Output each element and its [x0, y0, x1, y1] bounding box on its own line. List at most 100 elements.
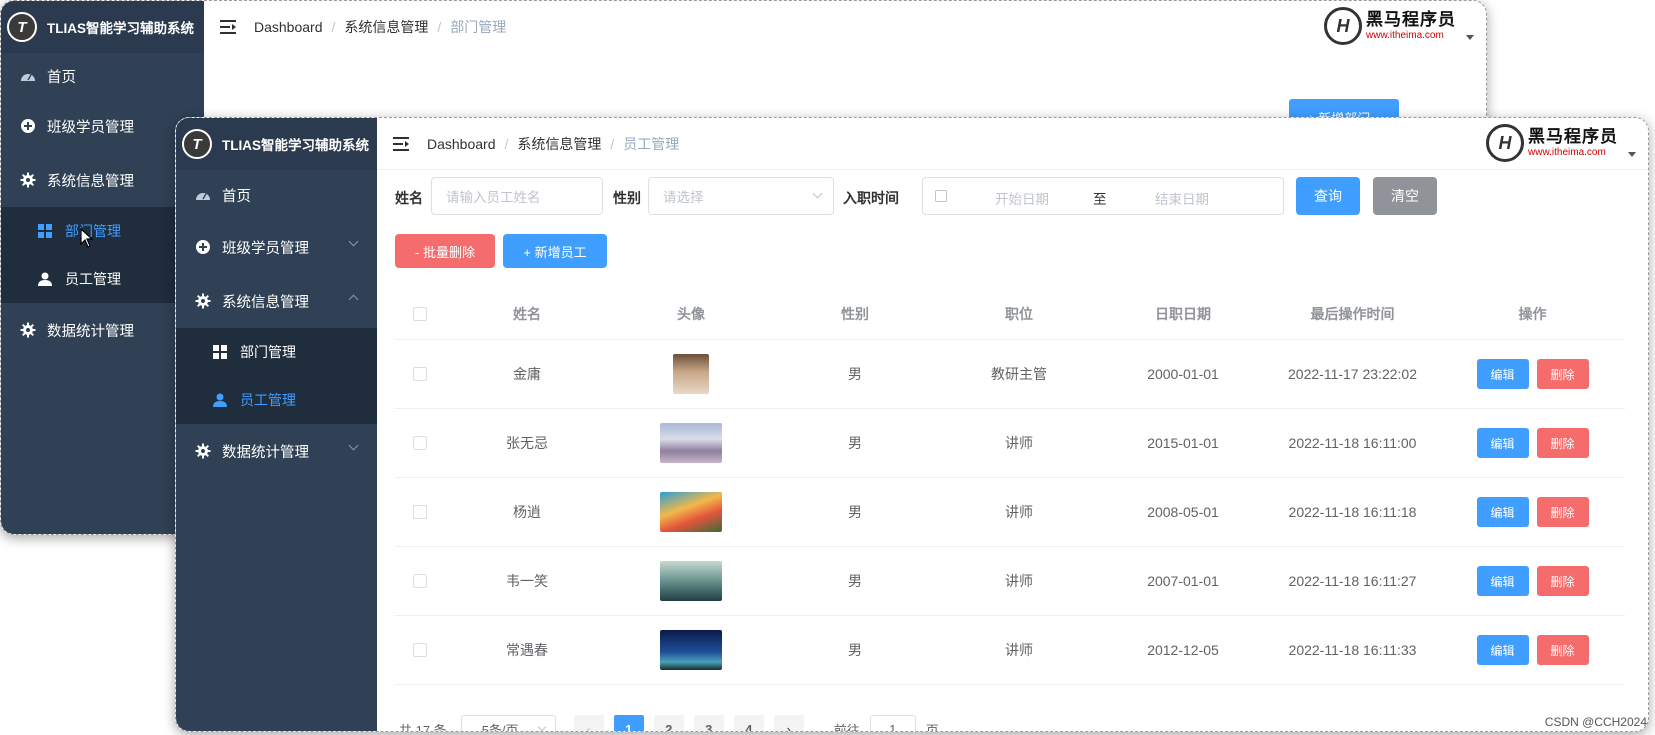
query-button[interactable]: 查询	[1296, 177, 1360, 215]
user-icon	[212, 392, 228, 408]
select-all-checkbox[interactable]	[413, 306, 427, 321]
cell-update-time: 2022-11-17 23:22:02	[1288, 366, 1417, 382]
caret-down-icon[interactable]	[1466, 34, 1474, 40]
range-separator: 至	[1093, 192, 1107, 207]
cell-gender: 男	[848, 435, 862, 451]
cell-update-time: 2022-11-18 16:11:27	[1288, 573, 1417, 589]
delete-button[interactable]: 删除	[1536, 566, 1589, 596]
cell-name: 张无忌	[506, 435, 548, 451]
menu-home[interactable]: 首页	[176, 170, 377, 220]
page-button[interactable]: 3	[693, 715, 724, 731]
table-row: 杨逍 男 讲师 2008-05-01 2022-11-18 16:11:18 编…	[395, 478, 1625, 547]
cell-entry-date: 2008-05-01	[1147, 504, 1219, 520]
cell-gender: 男	[848, 573, 862, 589]
menu-class-mgmt[interactable]: 班级学员管理	[176, 220, 377, 274]
menu-home[interactable]: 首页	[1, 53, 204, 99]
page-size-select[interactable]: 5条/页	[460, 715, 556, 731]
brand-logo-icon: T	[182, 129, 212, 159]
page-unit-label: 页	[925, 722, 939, 732]
end-date-input[interactable]: 结束日期	[1155, 188, 1209, 208]
name-input[interactable]: 请输入员工姓名	[431, 177, 603, 215]
menu-stats-mgmt[interactable]: 数据统计管理	[1, 303, 204, 357]
cell-avatar	[609, 492, 773, 532]
caret-down-icon[interactable]	[1628, 151, 1636, 157]
gender-select[interactable]: 请选择	[648, 177, 834, 215]
menu-class-mgmt[interactable]: 班级学员管理	[1, 99, 204, 153]
gear-icon	[194, 442, 212, 460]
menu-sys-mgmt[interactable]: 系统信息管理	[1, 153, 204, 207]
batch-delete-button[interactable]: - 批量删除	[395, 234, 495, 268]
row-checkbox[interactable]	[413, 574, 427, 588]
menu-home-label: 首页	[222, 188, 251, 205]
menu-stats-mgmt-label: 数据统计管理	[222, 444, 309, 461]
sidebar: T TLIAS智能学习辅助系统 首页 班级学员管理 系统信息管理 部门管理 员工…	[1, 1, 204, 534]
submenu-emp-mgmt[interactable]: 员工管理	[1, 255, 204, 303]
menu-toggle-icon[interactable]	[393, 136, 409, 151]
row-checkbox[interactable]	[413, 436, 427, 450]
chevron-down-icon	[812, 188, 823, 199]
goto-page-input[interactable]: 1	[869, 715, 916, 731]
cell-avatar	[609, 354, 773, 394]
breadcrumb-item: 员工管理	[623, 135, 680, 152]
delete-button[interactable]: 删除	[1536, 497, 1589, 527]
row-checkbox[interactable]	[413, 367, 427, 381]
row-select-cell	[395, 505, 445, 519]
submenu-dept-mgmt[interactable]: 部门管理	[1, 207, 204, 255]
breadcrumb-item[interactable]: Dashboard	[254, 19, 323, 35]
edit-button[interactable]: 编辑	[1476, 428, 1529, 458]
cell-entry-date: 2012-12-05	[1147, 642, 1219, 658]
prev-page-button[interactable]: ‹	[573, 715, 604, 731]
cell-actions: 编辑 删除	[1440, 497, 1625, 527]
breadcrumb-item[interactable]: Dashboard	[427, 136, 496, 152]
submenu-emp-mgmt[interactable]: 员工管理	[176, 376, 377, 424]
cell-entry-date: 2015-01-01	[1147, 435, 1219, 451]
horse-logo-icon: H	[1486, 124, 1524, 162]
edit-button[interactable]: 编辑	[1476, 359, 1529, 389]
edit-button[interactable]: 编辑	[1476, 635, 1529, 665]
cell-update-time: 2022-11-18 16:11:18	[1288, 504, 1417, 520]
menu-sys-mgmt-label: 系统信息管理	[222, 294, 309, 311]
menu-class-mgmt-label: 班级学员管理	[47, 119, 134, 136]
breadcrumb: Dashboard / 系统信息管理 / 员工管理	[427, 135, 680, 152]
start-date-input[interactable]: 开始日期	[995, 188, 1049, 208]
gear-icon	[19, 171, 37, 189]
company-logo[interactable]: H 黑马程序员 www.itheima.com	[1486, 124, 1636, 162]
gear-icon	[19, 321, 37, 339]
cell-avatar	[609, 630, 773, 670]
edit-button[interactable]: 编辑	[1476, 497, 1529, 527]
menu-class-mgmt-label: 班级学员管理	[222, 240, 309, 257]
submenu-dept-mgmt[interactable]: 部门管理	[176, 328, 377, 376]
table-row: 常遇春 男 讲师 2012-12-05 2022-11-18 16:11:33 …	[395, 616, 1625, 685]
breadcrumb-item: 系统信息管理	[344, 19, 429, 35]
edit-button[interactable]: 编辑	[1476, 566, 1529, 596]
clear-button[interactable]: 清空	[1373, 177, 1437, 215]
cell-update-time: 2022-11-18 16:11:00	[1288, 435, 1417, 451]
header-entry-date: 日职日期	[1155, 305, 1211, 322]
menu-stats-mgmt[interactable]: 数据统计管理	[176, 424, 377, 478]
delete-button[interactable]: 删除	[1536, 428, 1589, 458]
page-button[interactable]: 1	[613, 715, 644, 731]
submenu-emp-mgmt-label: 员工管理	[240, 392, 296, 408]
gender-label: 性别	[613, 190, 641, 206]
page-button[interactable]: 2	[653, 715, 684, 731]
delete-button[interactable]: 删除	[1536, 635, 1589, 665]
company-logo[interactable]: H 黑马程序员 www.itheima.com	[1324, 7, 1474, 45]
circle-plus-icon	[194, 238, 212, 256]
delete-button[interactable]: 删除	[1536, 359, 1589, 389]
cell-gender: 男	[848, 642, 862, 658]
menu-sys-mgmt[interactable]: 系统信息管理	[176, 274, 377, 328]
brand-title: TLIAS智能学习辅助系统	[47, 21, 194, 36]
next-page-button[interactable]: ›	[773, 715, 804, 731]
row-checkbox[interactable]	[413, 505, 427, 519]
grid-icon	[212, 344, 228, 360]
chevron-up-icon	[348, 294, 359, 305]
date-range-picker[interactable]: 开始日期 至 结束日期	[922, 177, 1284, 215]
pagination-total: 共 17 条	[399, 722, 447, 732]
cell-name: 韦一笑	[506, 573, 548, 589]
menu-stats-mgmt-label: 数据统计管理	[47, 323, 134, 340]
add-employee-button[interactable]: + 新增员工	[503, 234, 607, 268]
menu-toggle-icon[interactable]	[220, 20, 236, 34]
row-checkbox[interactable]	[413, 643, 427, 657]
page-button[interactable]: 4	[733, 715, 764, 731]
logo-name: 黑马程序员	[1528, 127, 1618, 146]
